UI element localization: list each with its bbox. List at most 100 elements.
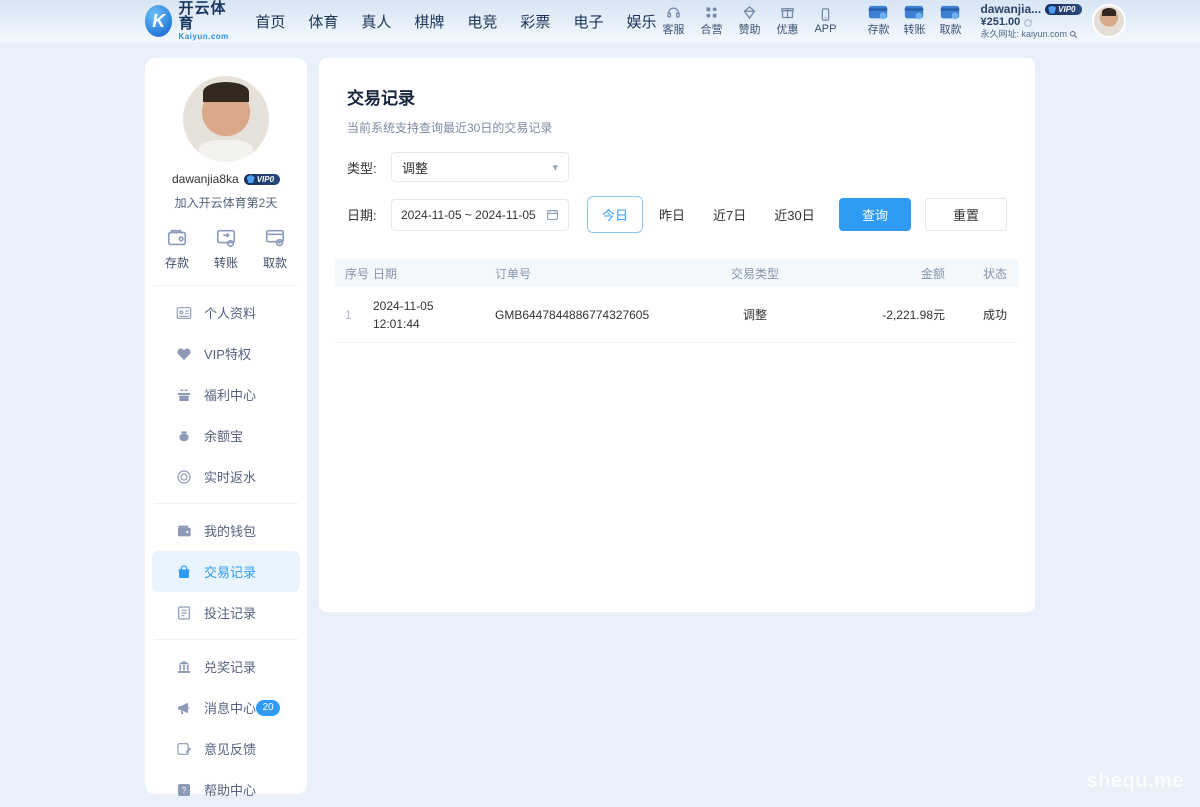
sidebar-item-label: 个人资料 [204,303,256,322]
nav-entertainment[interactable]: 娱乐 [626,11,656,32]
help-icon: ? [176,782,192,798]
sidebar-item-yuebao[interactable]: 余额宝 [152,415,300,456]
sidebar-withdraw-action[interactable]: 取款 [263,227,287,271]
user-name[interactable]: dawanjia... [980,3,1041,17]
sidebar-item-label: 兑奖记录 [204,657,256,676]
sidebar-withdraw-label: 取款 [263,254,287,271]
megaphone-icon [176,700,192,716]
profile-sidebar: dawanjia8ka VIP0 加入开云体育第2天 存款 转账 取款 个人资料… [145,58,307,794]
nav-sponsor-label: 赞助 [738,21,760,37]
transaction-record-icon [176,564,192,580]
site-watermark: shequ.me [1087,770,1184,793]
vip-shield-icon [247,175,255,183]
range-today-button[interactable]: 今日 [587,196,643,233]
magnifier-icon[interactable] [1069,30,1078,39]
user-summary: dawanjia... VIP0 ¥251.00 永久网址: kaiyun.co… [980,3,1081,40]
gift-icon [176,387,192,403]
transfer-icon [215,227,237,249]
header-status: 状态 [945,265,1019,282]
cell-status: 成功 [945,306,1019,323]
date-range-value: 2024-11-05 ~ 2024-11-05 [401,208,536,222]
nav-partnership[interactable]: 合营 [694,5,728,37]
nav-transfer-label: 转账 [903,21,925,37]
cell-date: 2024-11-0512:01:44 [373,297,495,333]
type-label: 类型: [347,158,391,177]
sidebar-item-bets[interactable]: 投注记录 [152,592,300,633]
nav-withdraw-label: 取款 [939,21,961,37]
profile-avatar[interactable] [183,76,269,162]
sidebar-item-help[interactable]: ? 帮助中心 [152,769,300,807]
header-order-no: 订单号 [495,265,695,282]
nav-transfer[interactable]: 转账 [896,5,932,37]
search-button[interactable]: 查询 [839,198,911,231]
sidebar-transfer-action[interactable]: 转账 [214,227,238,271]
nav-deposit[interactable]: 存款 [860,5,896,37]
partnership-icon [704,5,719,20]
sidebar-item-label: 消息中心 [204,698,256,717]
join-days-text: 加入开云体育第2天 [145,194,307,211]
deposit-icon [166,227,188,249]
nav-promotions[interactable]: 优惠 [770,5,804,37]
header-index: 序号 [335,265,373,282]
unread-count-badge: 20 [256,700,280,716]
kaiyun-logo-icon: K [145,5,172,37]
nav-live[interactable]: 真人 [361,11,391,32]
user-avatar[interactable] [1092,4,1126,38]
sidebar-item-feedback[interactable]: 意见反馈 [152,728,300,769]
feedback-icon [176,741,192,757]
type-select[interactable]: 调整 ▾ [391,152,569,182]
profile-vip-badge: VIP0 [244,174,280,185]
brand-domain: Kaiyun.com [178,33,233,41]
nav-slots[interactable]: 电子 [573,11,603,32]
sponsor-icon [742,5,757,20]
nav-support-label: 客服 [662,21,684,37]
sidebar-item-profile[interactable]: 个人资料 [152,292,300,333]
vip-privilege-icon [176,346,192,362]
sidebar-item-rebate[interactable]: 实时返水 [152,456,300,497]
prize-record-icon [176,659,192,675]
refresh-balance-icon[interactable] [1023,18,1033,28]
nav-esports[interactable]: 电竞 [467,11,497,32]
sidebar-transfer-label: 转账 [214,254,238,271]
nav-boardgames[interactable]: 棋牌 [414,11,444,32]
vip-shield-icon [1048,6,1056,14]
nav-sports[interactable]: 体育 [308,11,338,32]
sidebar-item-vip[interactable]: VIP特权 [152,333,300,374]
sidebar-item-benefits[interactable]: 福利中心 [152,374,300,415]
sidebar-item-label: 我的钱包 [204,521,256,540]
reset-button[interactable]: 重置 [925,198,1007,231]
sidebar-item-wallet[interactable]: 我的钱包 [152,510,300,551]
sidebar-item-label: 意见反馈 [204,739,256,758]
promotions-icon [780,5,795,20]
nav-withdraw[interactable]: 取款 [932,5,968,37]
permanent-url: 永久网址: kaiyun.com [980,29,1067,39]
sidebar-item-prizes[interactable]: 兑奖记录 [152,646,300,687]
nav-app-label: APP [814,23,836,35]
date-range-input[interactable]: 2024-11-05 ~ 2024-11-05 [391,199,569,231]
main-nav: 首页 体育 真人 棋牌 电竞 彩票 电子 娱乐 [255,11,656,32]
page-title: 交易记录 [347,84,1007,109]
sidebar-item-label: 实时返水 [204,467,256,486]
date-label: 日期: [347,205,391,224]
range-7days-button[interactable]: 近7日 [701,196,758,233]
sidebar-item-messages[interactable]: 消息中心 20 [152,687,300,728]
nav-lottery[interactable]: 彩票 [520,11,550,32]
rebate-icon [176,469,192,485]
nav-support[interactable]: 客服 [656,5,690,37]
sidebar-deposit-action[interactable]: 存款 [165,227,189,271]
support-icon [666,5,681,20]
range-yesterday-button[interactable]: 昨日 [647,196,697,233]
nav-app[interactable]: APP [808,7,842,35]
nav-home[interactable]: 首页 [255,11,285,32]
brand-logo[interactable]: K 开云体育 Kaiyun.com [145,1,233,41]
nav-sponsor[interactable]: 赞助 [732,5,766,37]
header-date: 日期 [373,265,495,282]
transactions-table: 序号 日期 订单号 交易类型 金额 状态 1 2024-11-0512:01:4… [335,259,1019,343]
chevron-down-icon: ▾ [552,161,558,174]
sidebar-item-label: 福利中心 [204,385,256,404]
profile-username: dawanjia8ka [172,172,239,186]
range-30days-button[interactable]: 近30日 [762,196,826,233]
nav-deposit-label: 存款 [867,21,889,37]
sidebar-item-transactions[interactable]: 交易记录 [152,551,300,592]
sidebar-item-label: 余额宝 [204,426,243,445]
